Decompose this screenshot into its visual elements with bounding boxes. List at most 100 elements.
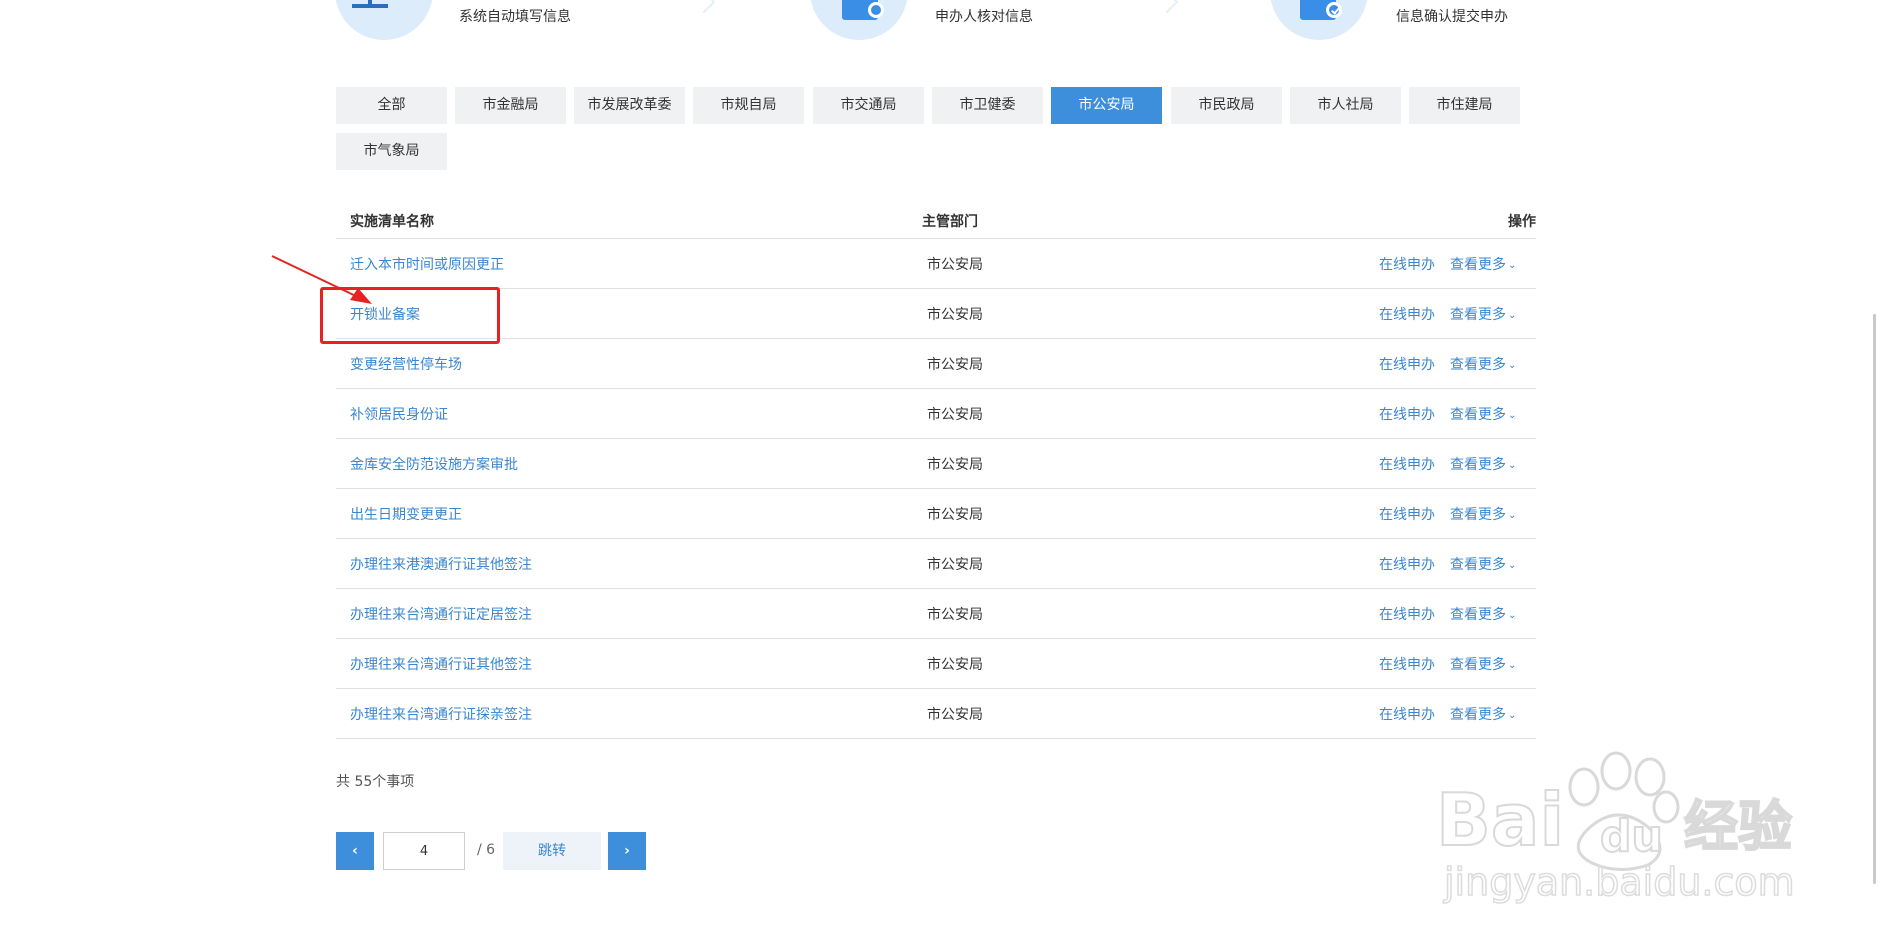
view-more-label: 查看更多 bbox=[1450, 607, 1506, 623]
document-check-icon bbox=[1300, 0, 1342, 20]
view-more-link[interactable]: 查看更多 ⌄ bbox=[1450, 504, 1516, 524]
view-more-label: 查看更多 bbox=[1450, 307, 1506, 323]
chevron-down-icon: ⌄ bbox=[1508, 410, 1517, 421]
table-row: 变更经营性停车场 市公安局 在线申办 查看更多 ⌄ bbox=[336, 339, 1536, 389]
chevron-down-icon: ⌄ bbox=[1508, 660, 1517, 671]
view-more-link[interactable]: 查看更多 ⌄ bbox=[1450, 654, 1516, 674]
chevron-down-icon: ⌄ bbox=[1508, 710, 1517, 721]
apply-online-link[interactable]: 在线申办 bbox=[1379, 604, 1435, 624]
view-more-link[interactable]: 查看更多 ⌄ bbox=[1450, 704, 1516, 724]
table-row: 办理往来台湾通行证探亲签注 市公安局 在线申办 查看更多 ⌄ bbox=[336, 689, 1536, 739]
view-more-label: 查看更多 bbox=[1450, 257, 1506, 273]
table-row: 办理往来台湾通行证其他签注 市公安局 在线申办 查看更多 ⌄ bbox=[336, 639, 1536, 689]
step-arrow-icon bbox=[1155, 0, 1179, 14]
item-dept: 市公安局 bbox=[927, 707, 983, 723]
step-arrow-icon bbox=[692, 0, 716, 14]
chevron-down-icon: ⌄ bbox=[1508, 510, 1517, 521]
view-more-link[interactable]: 查看更多 ⌄ bbox=[1450, 354, 1516, 374]
column-header-operation: 操作 bbox=[1508, 214, 1536, 230]
chevron-down-icon: ⌄ bbox=[1508, 360, 1517, 371]
item-name-link[interactable]: 办理往来台湾通行证探亲签注 bbox=[350, 704, 532, 724]
chevron-down-icon: ⌄ bbox=[1508, 310, 1517, 321]
watermark-url: jingyan.baidu.com bbox=[1443, 860, 1795, 904]
view-more-label: 查看更多 bbox=[1450, 357, 1506, 373]
apply-online-link[interactable]: 在线申办 bbox=[1379, 454, 1435, 474]
view-more-link[interactable]: 查看更多 ⌄ bbox=[1450, 554, 1516, 574]
apply-online-link[interactable]: 在线申办 bbox=[1379, 704, 1435, 724]
item-name-link[interactable]: 出生日期变更更正 bbox=[350, 504, 462, 524]
table-row: 迁入本市时间或原因更正 市公安局 在线申办 查看更多 ⌄ bbox=[336, 239, 1536, 289]
chevron-down-icon: ⌄ bbox=[1508, 610, 1517, 621]
item-dept: 市公安局 bbox=[927, 407, 983, 423]
apply-online-link[interactable]: 在线申办 bbox=[1379, 654, 1435, 674]
watermark-jingyan: 经验 bbox=[1684, 795, 1792, 858]
item-dept: 市公安局 bbox=[927, 557, 983, 573]
view-more-label: 查看更多 bbox=[1450, 507, 1506, 523]
watermark-bai: Bai bbox=[1436, 778, 1564, 862]
chevron-down-icon: ⌄ bbox=[1508, 460, 1517, 471]
scrollbar[interactable] bbox=[1867, 0, 1879, 944]
apply-online-link[interactable]: 在线申办 bbox=[1379, 304, 1435, 324]
annotation-highlight-box bbox=[320, 287, 500, 344]
item-dept: 市公安局 bbox=[927, 607, 983, 623]
view-more-link[interactable]: 查看更多 ⌄ bbox=[1450, 404, 1516, 424]
baidu-jingyan-watermark: Bai du 经验 jingyan.baidu.com bbox=[1436, 751, 1795, 905]
tab-finance[interactable]: 市金融局 bbox=[455, 87, 566, 124]
view-more-link[interactable]: 查看更多 ⌄ bbox=[1450, 454, 1516, 474]
step-3-label: 信息确认提交申办 bbox=[1396, 9, 1508, 25]
view-more-link[interactable]: 查看更多 ⌄ bbox=[1450, 254, 1516, 274]
view-more-link[interactable]: 查看更多 ⌄ bbox=[1450, 304, 1516, 324]
view-more-label: 查看更多 bbox=[1450, 657, 1506, 673]
tab-transport[interactable]: 市交通局 bbox=[813, 87, 924, 124]
view-more-label: 查看更多 bbox=[1450, 407, 1506, 423]
item-dept: 市公安局 bbox=[927, 507, 983, 523]
item-dept: 市公安局 bbox=[927, 457, 983, 473]
table-row: 开锁业备案 市公安局 在线申办 查看更多 ⌄ bbox=[336, 289, 1536, 339]
apply-online-link[interactable]: 在线申办 bbox=[1379, 404, 1435, 424]
column-header-name: 实施清单名称 bbox=[350, 214, 434, 230]
tab-health[interactable]: 市卫健委 bbox=[932, 87, 1043, 124]
tab-housing[interactable]: 市住建局 bbox=[1409, 87, 1520, 124]
apply-online-link[interactable]: 在线申办 bbox=[1379, 554, 1435, 574]
table-row: 出生日期变更更正 市公安局 在线申办 查看更多 ⌄ bbox=[336, 489, 1536, 539]
process-steps: 系统自动填写信息 申办人核对信息 信息确认提交申办 bbox=[0, 0, 1879, 60]
tab-planning[interactable]: 市规自局 bbox=[693, 87, 804, 124]
item-name-link[interactable]: 补领居民身份证 bbox=[350, 404, 448, 424]
view-more-link[interactable]: 查看更多 ⌄ bbox=[1450, 604, 1516, 624]
monitor-icon bbox=[352, 0, 392, 14]
item-name-link[interactable]: 办理往来港澳通行证其他签注 bbox=[350, 554, 532, 574]
page-total: / 6 bbox=[477, 842, 496, 858]
item-name-link[interactable]: 变更经营性停车场 bbox=[350, 354, 462, 374]
tab-all[interactable]: 全部 bbox=[336, 87, 447, 124]
chevron-down-icon: ⌄ bbox=[1508, 260, 1517, 271]
table-row: 金库安全防范设施方案审批 市公安局 在线申办 查看更多 ⌄ bbox=[336, 439, 1536, 489]
item-name-link[interactable]: 金库安全防范设施方案审批 bbox=[350, 454, 518, 474]
item-dept: 市公安局 bbox=[927, 307, 983, 323]
apply-online-link[interactable]: 在线申办 bbox=[1379, 354, 1435, 374]
total-count: 共 55个事项 bbox=[336, 774, 415, 790]
next-page-button[interactable]: › bbox=[608, 832, 646, 870]
page-number-input[interactable] bbox=[383, 832, 465, 870]
jump-button[interactable]: 跳转 bbox=[503, 832, 601, 870]
tab-public-security[interactable]: 市公安局 bbox=[1051, 87, 1162, 124]
view-more-label: 查看更多 bbox=[1450, 707, 1506, 723]
tab-development-reform[interactable]: 市发展改革委 bbox=[574, 87, 685, 124]
scrollbar-thumb[interactable] bbox=[1873, 314, 1876, 884]
tab-civil-affairs[interactable]: 市民政局 bbox=[1171, 87, 1282, 124]
table-row: 办理往来港澳通行证其他签注 市公安局 在线申办 查看更多 ⌄ bbox=[336, 539, 1536, 589]
item-name-link[interactable]: 办理往来台湾通行证定居签注 bbox=[350, 604, 532, 624]
item-dept: 市公安局 bbox=[927, 657, 983, 673]
prev-page-button[interactable]: ‹ bbox=[336, 832, 374, 870]
item-dept: 市公安局 bbox=[927, 357, 983, 373]
table-row: 办理往来台湾通行证定居签注 市公安局 在线申办 查看更多 ⌄ bbox=[336, 589, 1536, 639]
items-table: 实施清单名称 主管部门 操作 迁入本市时间或原因更正 市公安局 在线申办 查看更… bbox=[336, 203, 1536, 739]
tab-human-resources[interactable]: 市人社局 bbox=[1290, 87, 1401, 124]
watermark-du: du bbox=[1600, 811, 1663, 862]
apply-online-link[interactable]: 在线申办 bbox=[1379, 504, 1435, 524]
tab-meteorology[interactable]: 市气象局 bbox=[336, 133, 447, 170]
step-2-label: 申办人核对信息 bbox=[935, 9, 1033, 25]
apply-online-link[interactable]: 在线申办 bbox=[1379, 254, 1435, 274]
table-row: 补领居民身份证 市公安局 在线申办 查看更多 ⌄ bbox=[336, 389, 1536, 439]
item-name-link[interactable]: 办理往来台湾通行证其他签注 bbox=[350, 654, 532, 674]
document-shield-icon bbox=[842, 0, 884, 20]
